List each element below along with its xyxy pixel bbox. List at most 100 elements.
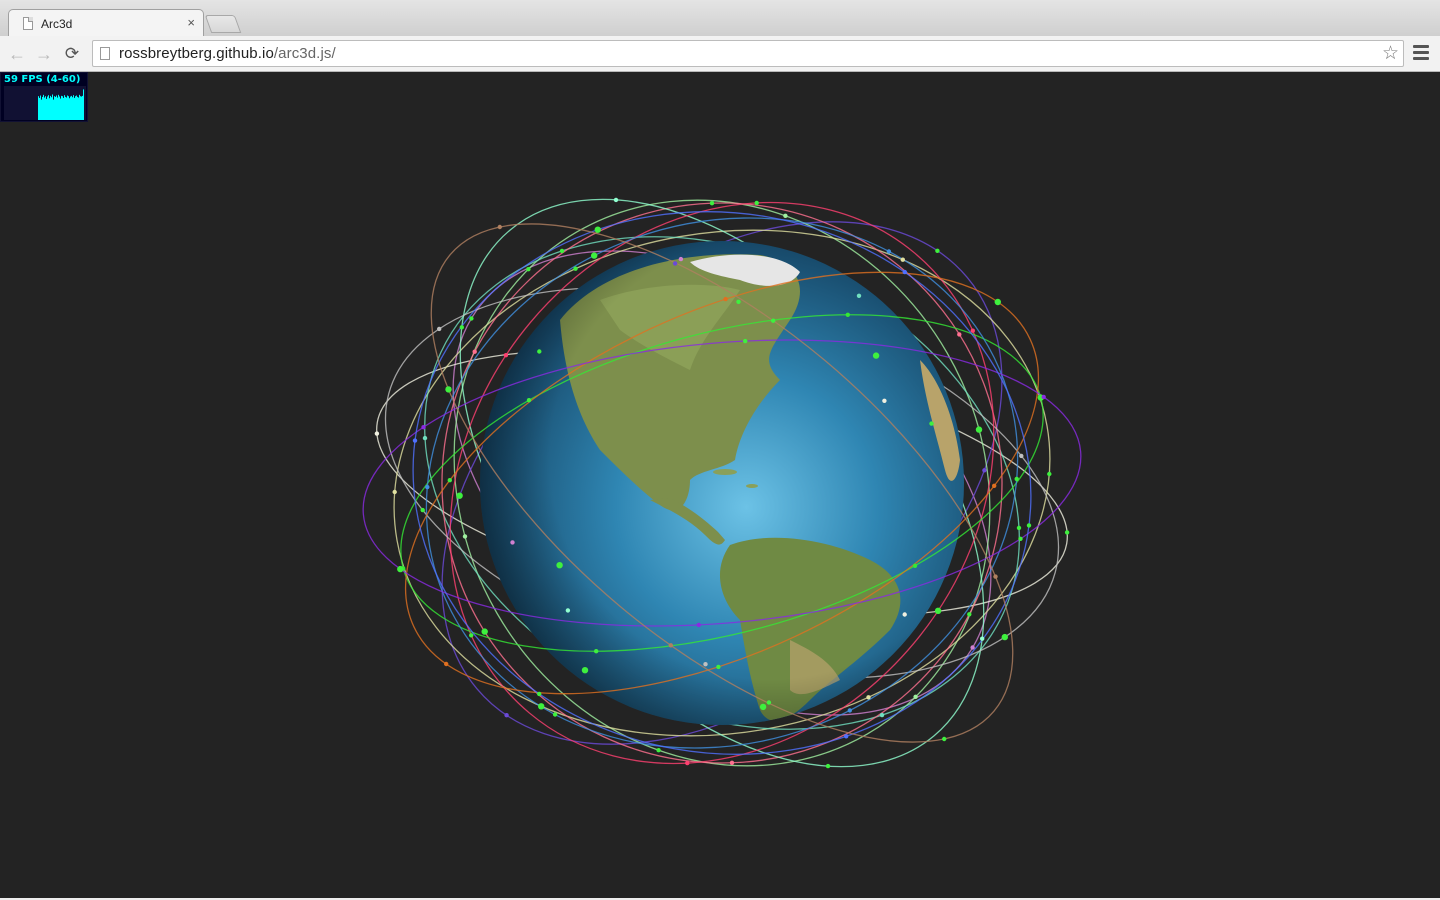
satellite-dot: [497, 224, 502, 230]
url-host: rossbreytberg.github.io: [119, 45, 274, 62]
fps-stats-panel: 59 FPS (4-60): [0, 72, 88, 122]
satellite-dot: [975, 426, 983, 433]
satellite-dot: [736, 299, 741, 304]
satellite-dot: [526, 267, 531, 272]
satellite-dot: [556, 562, 563, 569]
satellite-dot: [993, 574, 998, 579]
new-tab-button[interactable]: [204, 15, 242, 33]
satellite-dot: [856, 293, 862, 298]
fps-bar: [40, 95, 41, 120]
satellite-dot: [469, 316, 474, 321]
satellite-dot: [912, 563, 918, 568]
satellite-dot: [970, 645, 975, 650]
menu-icon[interactable]: [1413, 45, 1429, 61]
fps-bar: [51, 97, 52, 120]
satellite-dot: [847, 708, 852, 713]
fps-bar: [56, 95, 57, 120]
satellite-dot: [902, 612, 907, 617]
forward-arrow-icon[interactable]: →: [33, 43, 55, 65]
satellite-dot: [537, 691, 542, 697]
satellite-dot: [510, 540, 515, 545]
reload-icon[interactable]: ⟳: [61, 43, 83, 65]
satellite-dot: [538, 703, 545, 710]
satellite-dot: [1026, 523, 1032, 528]
satellite-dot: [716, 664, 721, 670]
satellite-dot: [444, 661, 449, 667]
fps-bar: [57, 97, 58, 120]
fps-bar: [76, 95, 77, 120]
fps-bar: [54, 96, 55, 120]
satellite-dot: [1018, 536, 1023, 541]
satellite-dot: [967, 612, 972, 617]
satellite-dot: [613, 197, 619, 203]
satellite-dot: [421, 425, 426, 430]
satellite-dot: [656, 748, 661, 753]
back-arrow-icon[interactable]: ←: [6, 43, 28, 65]
satellite-dot: [703, 662, 708, 667]
satellite-dot: [882, 398, 887, 403]
fps-bar: [52, 94, 53, 120]
satellite-dot: [929, 421, 934, 426]
fps-bar: [66, 97, 67, 120]
satellite-dot: [668, 643, 673, 648]
fps-graph-bars: [38, 89, 84, 120]
fps-bar: [38, 96, 39, 120]
fps-bar: [82, 95, 83, 120]
satellite-dot: [672, 261, 678, 266]
satellite-dot: [994, 298, 1001, 306]
satellite-dot: [420, 507, 425, 513]
fps-bar: [62, 96, 63, 120]
fps-bar: [67, 95, 68, 120]
fps-bar: [75, 96, 76, 120]
satellite-dot: [935, 248, 940, 253]
satellite-dot: [1047, 471, 1052, 477]
satellite-dot: [942, 736, 947, 742]
fps-graph: [4, 86, 86, 120]
satellite-dot: [696, 622, 701, 628]
satellite-dot: [397, 565, 404, 573]
fps-bar: [74, 97, 75, 120]
url-path: /arc3d.js/: [273, 45, 336, 62]
fps-bar: [60, 98, 61, 120]
satellite-dot: [459, 325, 464, 330]
satellite-dot: [594, 649, 599, 654]
satellite-dot: [565, 608, 571, 613]
satellite-dot: [872, 352, 880, 359]
tab-arc3d[interactable]: Arc3d ×: [8, 9, 204, 36]
satellite-dot: [573, 266, 578, 271]
fps-bar: [63, 97, 64, 120]
satellite-dot: [591, 252, 598, 259]
satellite-dot: [437, 326, 442, 332]
page-icon: [100, 47, 110, 60]
satellite-dot: [970, 328, 975, 333]
document-icon: [23, 17, 33, 30]
satellite-dot: [934, 607, 942, 614]
bookmark-star-icon[interactable]: ☆: [1382, 42, 1399, 65]
globe: [480, 241, 964, 725]
globe-scene[interactable]: [0, 72, 1440, 898]
address-bar[interactable]: rossbreytberg.github.io/arc3d.js/ ☆: [92, 40, 1404, 67]
satellite-dot: [581, 667, 589, 674]
satellite-dot: [1019, 453, 1024, 459]
url-text[interactable]: rossbreytberg.github.io/arc3d.js/: [119, 45, 336, 62]
satellite-dot: [1001, 633, 1008, 641]
satellite-dot: [537, 349, 542, 354]
satellite-dot: [783, 213, 788, 218]
fps-readout: 59 FPS (4-60): [4, 74, 81, 85]
satellite-dot: [825, 763, 831, 769]
satellite-dot: [559, 248, 565, 254]
fps-bar: [80, 96, 81, 120]
satellite-dot: [729, 760, 735, 765]
satellite-dot: [678, 256, 684, 262]
satellite-dot: [447, 478, 452, 483]
fps-bar: [59, 96, 60, 120]
fps-bar: [81, 96, 82, 120]
satellite-dot: [1041, 394, 1046, 400]
close-icon[interactable]: ×: [187, 15, 195, 30]
fps-bar: [58, 94, 59, 120]
satellite-dot: [957, 332, 962, 337]
satellite-dot: [902, 269, 907, 275]
satellite-dot: [425, 484, 430, 490]
satellite-dot: [879, 712, 885, 718]
satellite-dot: [844, 734, 849, 739]
